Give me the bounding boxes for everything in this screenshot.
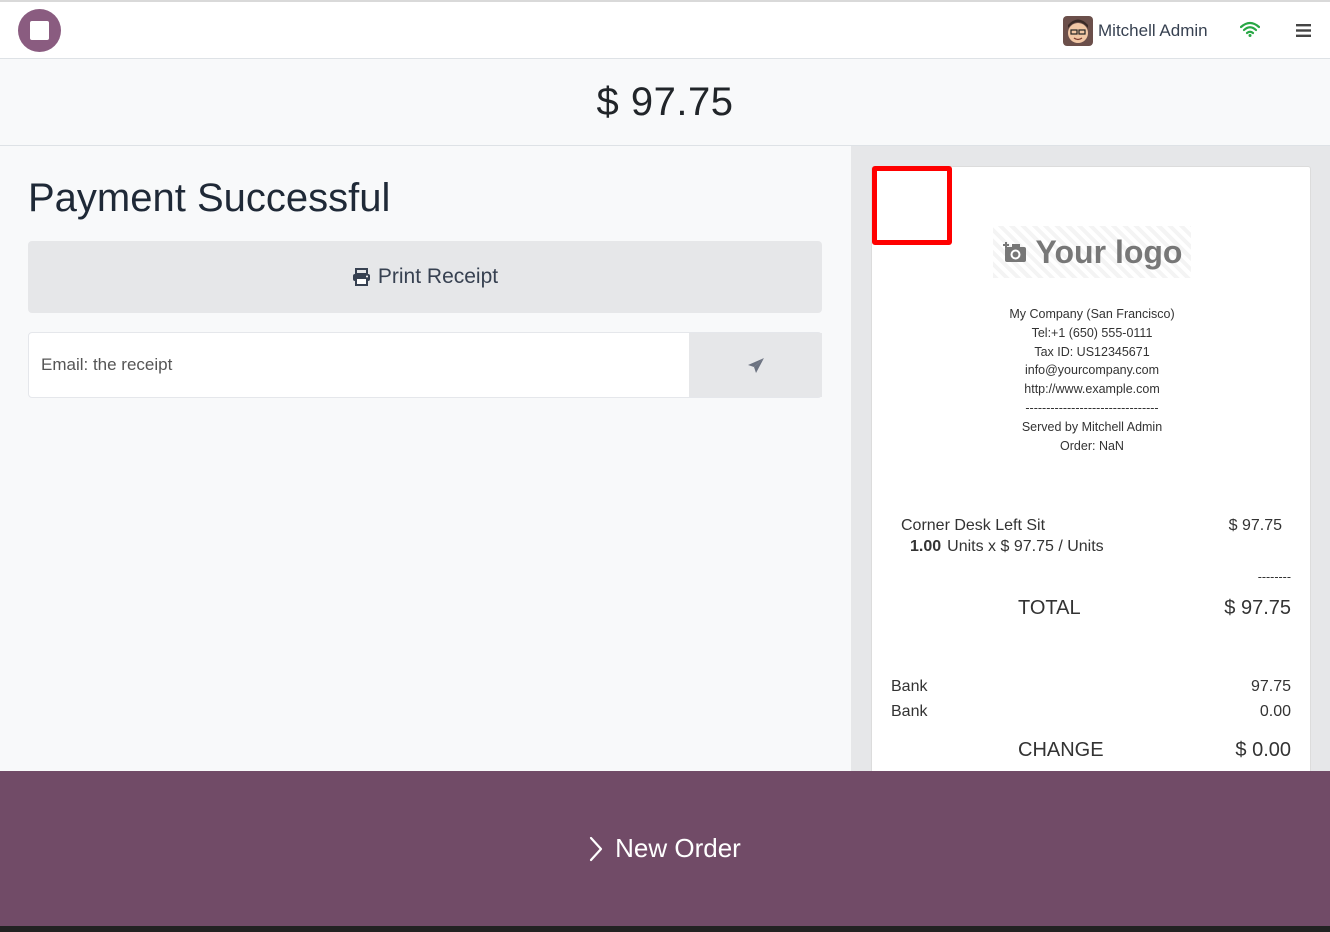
orderline-product-name: Corner Desk Left Sit [901, 517, 1046, 534]
change-label: CHANGE [1018, 739, 1104, 761]
app-icon-glyph [30, 21, 49, 40]
payment-method-label: Bank [891, 678, 928, 695]
send-receipt-button[interactable] [689, 333, 822, 397]
company-website: http://www.example.com [1024, 382, 1160, 397]
user-name: Mitchell Admin [1098, 21, 1208, 40]
company-email: info@yourcompany.com [1024, 363, 1160, 378]
company-phone: Tel:+1 (650) 555-0111 [1031, 325, 1153, 340]
total-separator: -------- [1257, 570, 1291, 584]
email-receipt-row [28, 332, 822, 398]
orderline-price: $ 97.75 [1228, 517, 1282, 534]
bottom-edge [0, 926, 1330, 932]
avatar [1063, 16, 1093, 46]
served-by: Served by Mitchell Admin [1021, 419, 1163, 434]
user-menu[interactable]: Mitchell Admin [1063, 16, 1208, 46]
chevron-right-icon [590, 836, 603, 861]
paper-plane-icon [747, 357, 764, 373]
print-receipt-button[interactable]: Print Receipt [28, 241, 822, 313]
change-value: $ 0.00 [1235, 739, 1291, 761]
new-order-button[interactable]: New Order [0, 771, 1330, 926]
payment-status-title: Payment Successful [28, 176, 391, 220]
hamburger-menu-icon[interactable] [1296, 24, 1311, 42]
company-tax-id: Tax ID: US12345671 [1034, 344, 1150, 359]
company-name: My Company (San Francisco) [1009, 307, 1175, 321]
printer-icon [352, 268, 370, 286]
wifi-icon[interactable] [1239, 21, 1261, 42]
receipt-preview-pane: Your logo My Company (San Francisco) Tel… [851, 146, 1330, 786]
payment-amount: 0.00 [1259, 703, 1291, 720]
camera-plus-icon [1002, 242, 1026, 262]
payment-amount: 97.75 [1250, 678, 1291, 695]
email-receipt-input[interactable] [29, 333, 689, 397]
receipt-paper: Your logo My Company (San Francisco) Tel… [871, 166, 1311, 786]
order-reference: Order: NaN [1060, 438, 1124, 453]
payment-method-label: Bank [891, 703, 928, 720]
total-label: TOTAL [1018, 597, 1081, 619]
top-navbar: Mitchell Admin [0, 0, 1330, 59]
new-order-label: New Order [615, 833, 741, 863]
orderline-qty: 1.00 [910, 538, 942, 555]
company-logo-placeholder: Your logo [993, 226, 1191, 278]
company-info: My Company (San Francisco) Tel:+1 (650) … [872, 305, 1312, 455]
order-total-amount: $ 97.75 [596, 79, 734, 124]
print-receipt-label: Print Receipt [377, 265, 499, 288]
pos-app-icon[interactable] [18, 9, 61, 52]
total-value: $ 97.75 [1224, 597, 1291, 619]
receipt-divider: -------------------------------- [1025, 400, 1159, 415]
payment-status-pane: Payment Successful Print Receipt [0, 146, 851, 771]
logo-text: Your logo [1035, 233, 1183, 270]
orderline-unit-detail: Units x $ 97.75 / Units [947, 538, 1104, 555]
order-amount-bar: $ 97.75 [0, 59, 1330, 146]
highlight-box [872, 166, 952, 245]
orderline-detail: 1.00 Units x $ 97.75 / Units [910, 538, 1104, 556]
